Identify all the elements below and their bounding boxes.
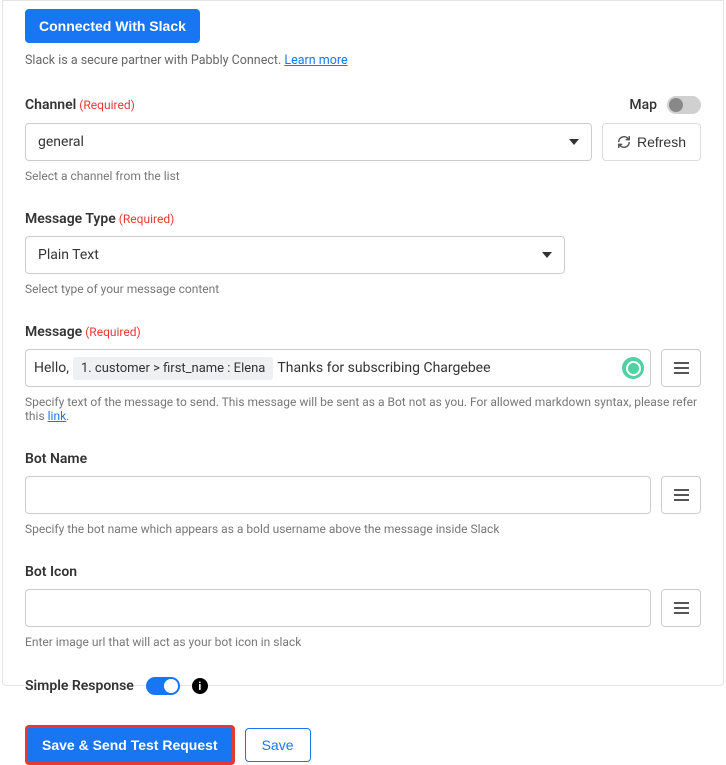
message-field: Message(Required) Hello, 1. customer > f… xyxy=(25,324,701,423)
message-label: Message xyxy=(25,324,82,340)
connected-with-slack-button[interactable]: Connected With Slack xyxy=(25,9,200,43)
simple-response-row: Simple Response i xyxy=(25,677,701,695)
hamburger-icon xyxy=(674,362,689,374)
partner-text: Slack is a secure partner with Pabbly Co… xyxy=(25,53,284,68)
message-type-label: Message Type xyxy=(25,211,116,227)
message-helper: Specify text of the message to send. Thi… xyxy=(25,395,701,423)
channel-required: (Required) xyxy=(79,98,134,112)
hamburger-icon xyxy=(674,602,689,614)
refresh-icon xyxy=(617,135,631,149)
message-text-before: Hello, xyxy=(34,360,69,376)
status-ok-icon xyxy=(622,357,644,379)
save-send-test-button[interactable]: Save & Send Test Request xyxy=(25,725,235,765)
save-button[interactable]: Save xyxy=(245,728,311,762)
bot-icon-options-button[interactable] xyxy=(661,589,701,627)
message-variable-chip[interactable]: 1. customer > first_name : Elena xyxy=(73,357,273,380)
bot-icon-input[interactable] xyxy=(25,589,651,627)
hamburger-icon xyxy=(674,489,689,501)
bot-name-field: Bot Name Specify the bot name which appe… xyxy=(25,451,701,536)
message-type-helper: Select type of your message content xyxy=(25,282,701,296)
refresh-button[interactable]: Refresh xyxy=(602,123,701,161)
message-text-after: Thanks for subscribing Chargebee xyxy=(277,360,490,376)
markdown-link[interactable]: link xyxy=(48,409,67,423)
map-toggle[interactable] xyxy=(667,96,701,114)
bot-icon-helper: Enter image url that will act as your bo… xyxy=(25,635,701,649)
chevron-down-icon xyxy=(542,252,552,258)
partner-helper: Slack is a secure partner with Pabbly Co… xyxy=(25,43,701,68)
bot-icon-field: Bot Icon Enter image url that will act a… xyxy=(25,564,701,649)
simple-response-toggle[interactable] xyxy=(146,677,180,695)
form-panel: Connected With Slack Slack is a secure p… xyxy=(2,0,724,686)
message-type-select[interactable]: Plain Text xyxy=(25,236,565,274)
message-input[interactable]: Hello, 1. customer > first_name : Elena … xyxy=(25,349,651,387)
info-icon[interactable]: i xyxy=(192,678,208,694)
map-label: Map xyxy=(629,97,657,113)
bot-name-helper: Specify the bot name which appears as a … xyxy=(25,522,701,536)
bot-name-label: Bot Name xyxy=(25,451,701,467)
message-type-required: (Required) xyxy=(119,212,174,226)
action-row: Save & Send Test Request Save xyxy=(25,725,701,765)
bot-icon-label: Bot Icon xyxy=(25,564,701,580)
message-type-value: Plain Text xyxy=(38,247,99,263)
channel-field: Channel(Required) Map general Refresh Se… xyxy=(25,96,701,183)
channel-helper: Select a channel from the list xyxy=(25,169,701,183)
channel-select[interactable]: general xyxy=(25,123,592,161)
simple-response-label: Simple Response xyxy=(25,678,134,694)
chevron-down-icon xyxy=(569,139,579,145)
message-type-field: Message Type(Required) Plain Text Select… xyxy=(25,211,701,296)
channel-select-value: general xyxy=(38,134,84,150)
message-options-button[interactable] xyxy=(661,349,701,387)
message-helper-text: Specify text of the message to send. Thi… xyxy=(25,395,697,423)
learn-more-link[interactable]: Learn more xyxy=(284,53,347,68)
refresh-label: Refresh xyxy=(637,134,686,150)
bot-name-options-button[interactable] xyxy=(661,476,701,514)
message-required: (Required) xyxy=(85,325,140,339)
channel-label: Channel xyxy=(25,97,76,113)
bot-name-input[interactable] xyxy=(25,476,651,514)
